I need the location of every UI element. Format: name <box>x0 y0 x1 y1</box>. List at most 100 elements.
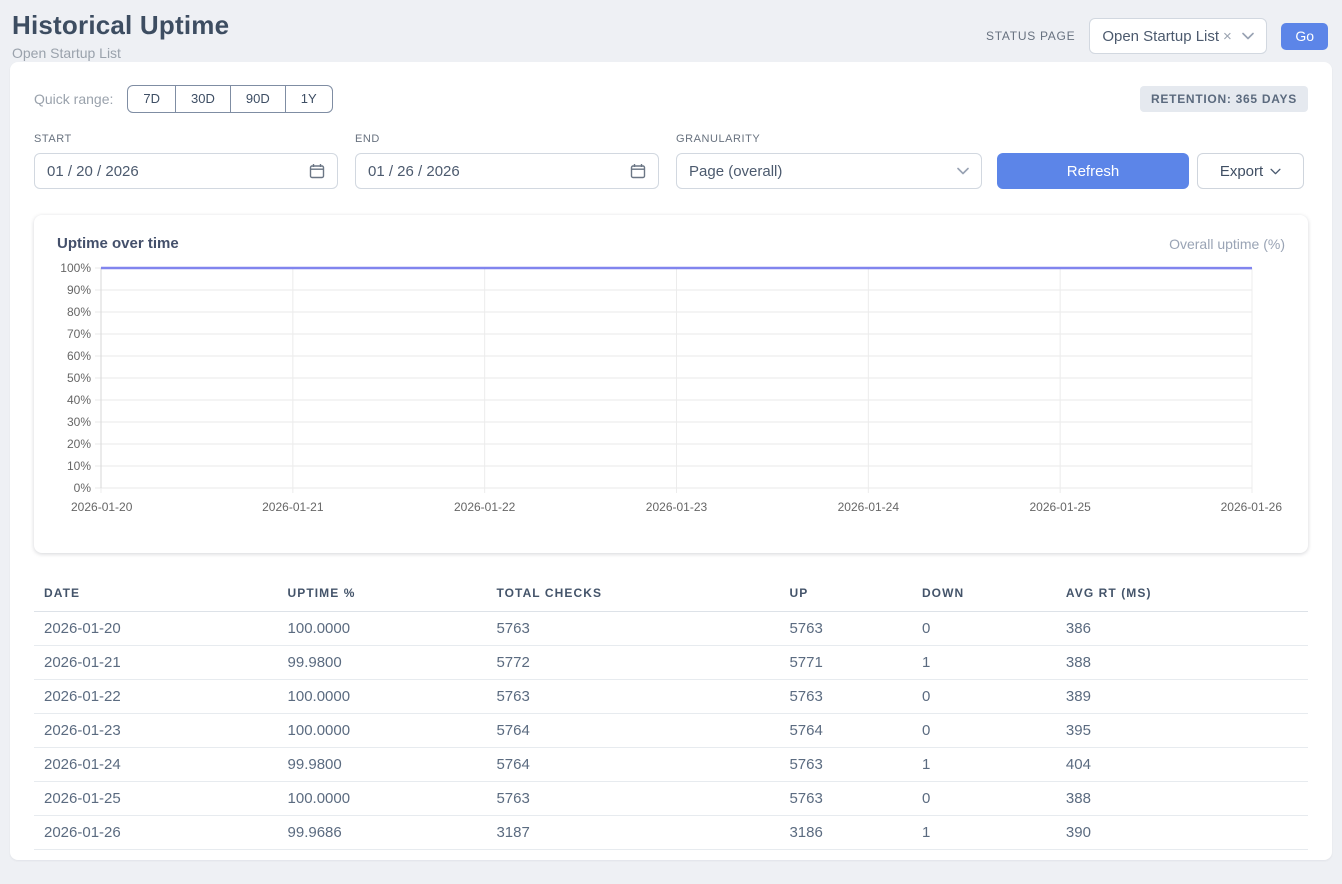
table-cell: 100.0000 <box>288 714 497 748</box>
y-axis-tick-label: 20% <box>67 437 91 451</box>
x-axis-tick-label: 2026-01-21 <box>262 500 324 514</box>
column-header: DOWN <box>922 578 1066 612</box>
table-cell: 5764 <box>789 714 921 748</box>
table-cell: 0 <box>922 680 1066 714</box>
granularity-label: GRANULARITY <box>676 133 982 145</box>
table-cell: 388 <box>1066 646 1308 680</box>
table-cell: 0 <box>922 612 1066 646</box>
table-row: 2026-01-22100.0000576357630389 <box>34 680 1308 714</box>
table-cell: 0 <box>922 782 1066 816</box>
controls-row: START 01 / 20 / 2026 END 01 / 26 / 2026 <box>34 133 1308 189</box>
end-date-input[interactable]: 01 / 26 / 2026 <box>355 153 659 189</box>
refresh-button[interactable]: Refresh <box>997 153 1189 189</box>
chevron-down-icon <box>1242 32 1254 40</box>
chevron-down-icon <box>957 167 969 175</box>
table-cell: 389 <box>1066 680 1308 714</box>
clear-selection-icon[interactable]: × <box>1223 29 1232 44</box>
table-cell: 1 <box>922 646 1066 680</box>
table-cell: 99.9686 <box>288 816 497 850</box>
y-axis-tick-label: 0% <box>74 481 92 495</box>
table-row: 2026-01-2499.9800576457631404 <box>34 748 1308 782</box>
table-row: 2026-01-25100.0000576357630388 <box>34 782 1308 816</box>
page-title: Historical Uptime <box>12 10 229 41</box>
calendar-icon[interactable] <box>309 163 325 179</box>
table-cell: 99.9800 <box>288 646 497 680</box>
table-row: 2026-01-20100.0000576357630386 <box>34 612 1308 646</box>
chevron-down-icon <box>1270 168 1281 175</box>
end-date-value: 01 / 26 / 2026 <box>368 163 460 180</box>
table-cell: 2026-01-20 <box>34 612 288 646</box>
go-button[interactable]: Go <box>1281 23 1328 50</box>
table-cell: 2026-01-23 <box>34 714 288 748</box>
end-label: END <box>355 133 659 145</box>
table-cell: 5764 <box>496 748 789 782</box>
quick-range-7d[interactable]: 7D <box>127 85 176 113</box>
table-cell: 2026-01-24 <box>34 748 288 782</box>
table-cell: 3186 <box>789 816 921 850</box>
table-cell: 5763 <box>496 680 789 714</box>
table-cell: 388 <box>1066 782 1308 816</box>
quick-range-group-wrap: Quick range: 7D30D90D1Y <box>34 85 333 113</box>
status-page-selected-value: Open Startup List <box>1102 28 1219 45</box>
x-axis-tick-label: 2026-01-23 <box>646 500 708 514</box>
y-axis-tick-label: 30% <box>67 415 91 429</box>
table-cell: 2026-01-26 <box>34 816 288 850</box>
table-row: 2026-01-2699.9686318731861390 <box>34 816 1308 850</box>
action-buttons: Refresh Export <box>997 153 1304 189</box>
table-cell: 390 <box>1066 816 1308 850</box>
x-axis-tick-label: 2026-01-20 <box>71 500 133 514</box>
retention-badge: RETENTION: 365 DAYS <box>1140 86 1308 112</box>
table-body: 2026-01-20100.00005763576303862026-01-21… <box>34 612 1308 850</box>
column-header: DATE <box>34 578 288 612</box>
calendar-icon[interactable] <box>630 163 646 179</box>
chart-title: Uptime over time <box>57 235 179 252</box>
quick-range-30d[interactable]: 30D <box>175 85 231 113</box>
quick-range-label: Quick range: <box>34 91 113 107</box>
uptime-table: DATEUPTIME %TOTAL CHECKSUPDOWNAVG RT (MS… <box>34 578 1308 850</box>
page-subtitle: Open Startup List <box>12 45 229 61</box>
column-header: TOTAL CHECKS <box>496 578 789 612</box>
table-cell: 2026-01-22 <box>34 680 288 714</box>
table-cell: 0 <box>922 714 1066 748</box>
table-cell: 395 <box>1066 714 1308 748</box>
table-cell: 1 <box>922 748 1066 782</box>
y-axis-tick-label: 50% <box>67 371 91 385</box>
table-row: 2026-01-2199.9800577257711388 <box>34 646 1308 680</box>
quick-range-group: 7D30D90D1Y <box>127 85 332 113</box>
start-field: START 01 / 20 / 2026 <box>34 133 338 189</box>
granularity-selected-value: Page (overall) <box>689 163 782 180</box>
y-axis-tick-label: 90% <box>67 283 91 297</box>
status-page-label: STATUS PAGE <box>986 29 1075 43</box>
y-axis-tick-label: 10% <box>67 459 91 473</box>
table-cell: 99.9800 <box>288 748 497 782</box>
title-block: Historical Uptime Open Startup List <box>12 10 229 61</box>
table-cell: 5763 <box>789 748 921 782</box>
x-axis-tick-label: 2026-01-22 <box>454 500 516 514</box>
start-date-input[interactable]: 01 / 20 / 2026 <box>34 153 338 189</box>
main-panel: Quick range: 7D30D90D1Y RETENTION: 365 D… <box>10 62 1332 860</box>
header-actions: STATUS PAGE Open Startup List × Go <box>986 18 1328 54</box>
quick-range-1y[interactable]: 1Y <box>285 85 333 113</box>
x-axis-tick-label: 2026-01-24 <box>838 500 900 514</box>
export-button[interactable]: Export <box>1197 153 1304 189</box>
granularity-field: GRANULARITY Page (overall) <box>676 133 982 189</box>
table-cell: 5763 <box>789 680 921 714</box>
column-header: UP <box>789 578 921 612</box>
chart-card: Uptime over time Overall uptime (%) 0% 10… <box>34 215 1308 553</box>
export-button-label: Export <box>1220 163 1263 180</box>
quick-range-90d[interactable]: 90D <box>230 85 286 113</box>
table-cell: 5771 <box>789 646 921 680</box>
column-header: AVG RT (MS) <box>1066 578 1308 612</box>
status-page-select[interactable]: Open Startup List × <box>1089 18 1267 54</box>
start-date-value: 01 / 20 / 2026 <box>47 163 139 180</box>
table-cell: 100.0000 <box>288 612 497 646</box>
table-cell: 100.0000 <box>288 782 497 816</box>
quick-range-row: Quick range: 7D30D90D1Y RETENTION: 365 D… <box>34 85 1308 113</box>
table-cell: 5772 <box>496 646 789 680</box>
x-axis-tick-label: 2026-01-26 <box>1221 500 1283 514</box>
table-cell: 5763 <box>789 782 921 816</box>
granularity-select[interactable]: Page (overall) <box>676 153 982 189</box>
table-cell: 404 <box>1066 748 1308 782</box>
table-cell: 5763 <box>496 612 789 646</box>
chart-legend: Overall uptime (%) <box>1169 236 1285 252</box>
